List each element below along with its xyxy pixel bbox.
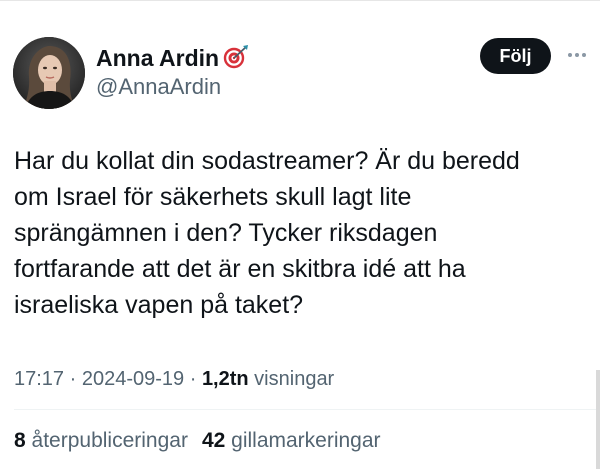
tweet-line: om Israel för säkerhets skull lagt lite	[14, 183, 412, 211]
tweet-meta: 17:17 · 2024-09-19 · 1,2tn visningar	[14, 365, 334, 393]
follow-button[interactable]: Följ	[480, 38, 551, 74]
likes-count: 42	[201, 429, 226, 452]
author-handle[interactable]: @AnnaArdin	[96, 73, 221, 101]
tweet-line: Har du kollat din sodastreamer? Är du be…	[14, 147, 520, 175]
author-name[interactable]: Anna Ardin	[96, 44, 219, 72]
avatar-photo	[13, 37, 85, 109]
engagement-stats: 8 återpubliceringar 42 gillamarkeringar	[14, 427, 381, 455]
reposts-count: 8	[14, 429, 26, 452]
likes-label: gillamarkeringar	[225, 429, 381, 452]
top-divider	[0, 0, 600, 1]
meta-separator: ·	[184, 368, 202, 390]
tweet-line: fortfarande att det är en skitbra idé at…	[14, 255, 466, 283]
more-horizontal-icon[interactable]	[566, 48, 588, 62]
reposts-label: återpubliceringar	[25, 429, 188, 452]
views-count: 1,2tn	[201, 368, 249, 390]
tweet-line: sprängämnen i den? Tycker riksdagen	[14, 219, 438, 247]
likes-stat[interactable]: 42 gillamarkeringar	[202, 429, 381, 452]
tweet-line: israeliska vapen på taket?	[14, 291, 304, 319]
meta-separator: ·	[64, 368, 82, 390]
divider	[14, 409, 600, 410]
tweet-card: Anna Ardin @AnnaArdin Följ Har du kollat…	[0, 0, 600, 469]
reposts-stat[interactable]: 8 återpubliceringar	[14, 429, 188, 452]
tweet-date[interactable]: 2024-09-19	[82, 368, 184, 390]
avatar[interactable]	[13, 37, 85, 109]
tweet-text: Har du kollat din sodastreamer? Är du be…	[14, 143, 574, 323]
views-label: visningar	[248, 368, 335, 390]
tweet-time[interactable]: 17:17	[14, 368, 64, 390]
target-icon	[223, 45, 248, 69]
edge-shadow	[596, 370, 600, 469]
